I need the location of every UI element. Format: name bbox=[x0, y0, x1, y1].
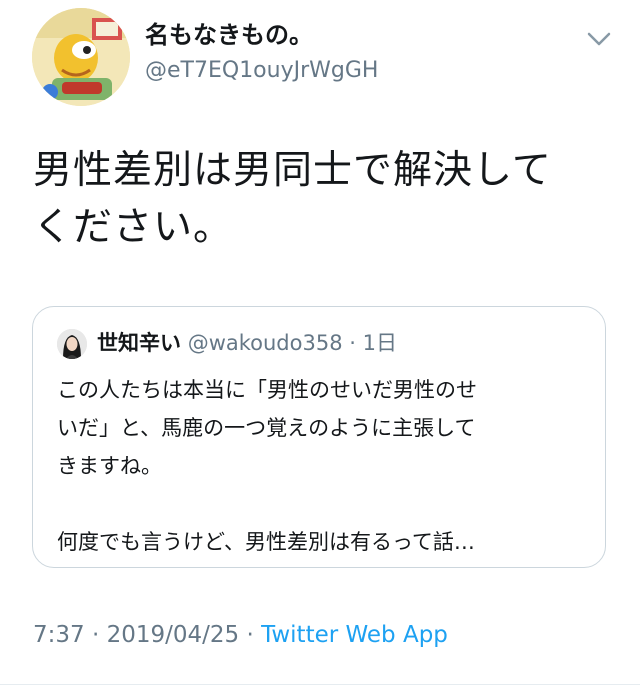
quoted-text-line: いだ」と、馬鹿の一つ覚えのように主張して bbox=[57, 416, 476, 440]
quoted-author-handle: @wakoudo358 bbox=[187, 331, 343, 355]
divider bbox=[0, 684, 640, 685]
separator-dot: · bbox=[91, 622, 100, 648]
quoted-tweet-time: 1日 bbox=[362, 331, 397, 355]
separator-dot: · bbox=[246, 622, 254, 648]
quoted-text-line: この人たちは本当に「男性のせいだ男性のせ bbox=[57, 378, 477, 402]
tweet-metadata: 7:37 · 2019/04/25 · Twitter Web App bbox=[33, 618, 448, 652]
tweet-time[interactable]: 7:37 bbox=[33, 622, 85, 648]
tweet-date[interactable]: 2019/04/25 bbox=[107, 622, 240, 648]
tweet-client-link[interactable]: Twitter Web App bbox=[261, 622, 448, 648]
separator-dot: · bbox=[349, 331, 356, 355]
author-handle[interactable]: @eT7EQ1ouyJrWgGH bbox=[145, 54, 378, 88]
avatar-illustration bbox=[32, 8, 130, 106]
quoted-text-line: きますね。 bbox=[57, 454, 162, 478]
quoted-author-avatar bbox=[57, 329, 87, 359]
quoted-text-line: 何度でも言うけど、男性差別は有るって話… bbox=[57, 530, 475, 554]
chevron-down-icon bbox=[587, 32, 611, 46]
tweet-text-line: ください。 bbox=[33, 205, 234, 250]
quoted-tweet-header: 世知辛い @wakoudo358 · 1日 bbox=[97, 327, 397, 359]
tweet-text: 男性差別は男同士で解決して ください。 bbox=[33, 142, 613, 256]
quoted-avatar-illustration bbox=[57, 329, 87, 359]
author-info: 名もなきもの。 @eT7EQ1ouyJrWgGH bbox=[145, 18, 378, 88]
more-options-button[interactable] bbox=[586, 30, 612, 48]
author-display-name[interactable]: 名もなきもの。 bbox=[145, 18, 378, 52]
quoted-tweet-text: この人たちは本当に「男性のせいだ男性のせ いだ」と、馬鹿の一つ覚えのように主張し… bbox=[57, 371, 587, 561]
quoted-tweet-card[interactable]: 世知辛い @wakoudo358 · 1日 この人たちは本当に「男性のせいだ男性… bbox=[32, 306, 606, 568]
tweet-text-line: 男性差別は男同士で解決して bbox=[33, 148, 552, 193]
quoted-author-name: 世知辛い bbox=[97, 331, 181, 355]
author-avatar[interactable] bbox=[32, 8, 130, 106]
